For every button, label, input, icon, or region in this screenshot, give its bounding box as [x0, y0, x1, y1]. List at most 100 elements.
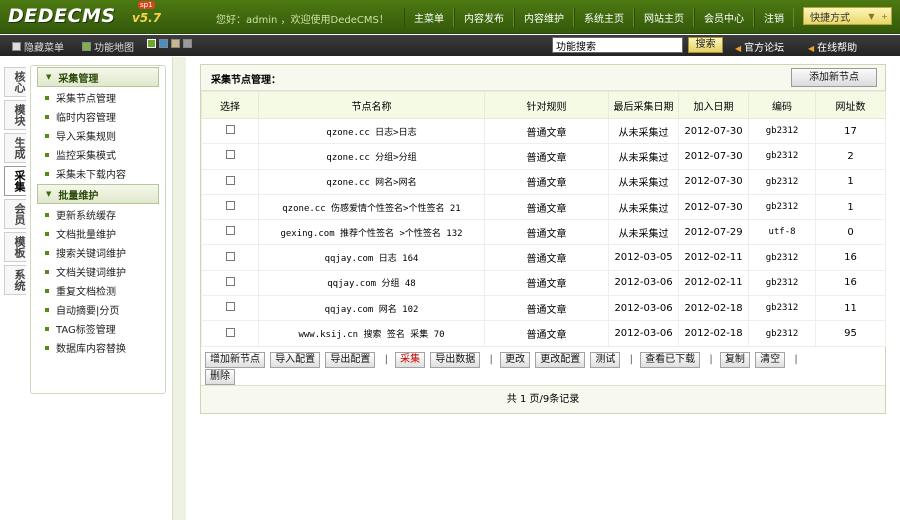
- menu-item[interactable]: 采集节点管理: [31, 88, 165, 107]
- theme-blue-swatch[interactable]: [159, 39, 168, 48]
- nav-publish[interactable]: 内容发布: [454, 8, 514, 27]
- view-downloaded-button[interactable]: 查看已下载: [640, 352, 701, 368]
- tab-generate[interactable]: 生成: [4, 133, 26, 163]
- tab-templates[interactable]: 模板: [4, 232, 26, 262]
- tab-collect[interactable]: 采集: [4, 166, 26, 196]
- tab-members[interactable]: 会员: [4, 199, 26, 229]
- url-count-cell: 1: [815, 193, 886, 221]
- row-checkbox[interactable]: [225, 125, 235, 135]
- row-checkbox[interactable]: [225, 251, 235, 261]
- action-bar: 增加新节点 导入配置 导出配置 | 采集 导出数据 | 更改 更改配置 测试 |…: [201, 349, 885, 387]
- theme-tan-swatch[interactable]: [171, 39, 180, 48]
- nav-site-home[interactable]: 网站主页: [634, 8, 694, 27]
- tab-modules[interactable]: 模块: [4, 100, 26, 130]
- tab-core[interactable]: 核心: [4, 67, 26, 97]
- bullet-icon: [45, 114, 49, 119]
- select-cell[interactable]: [201, 117, 259, 145]
- hide-menu-button[interactable]: 隐藏菜单: [12, 39, 64, 54]
- rule-cell: 普通文章: [484, 143, 609, 170]
- help-link[interactable]: ◀ 在线帮助: [808, 39, 857, 54]
- menu-item[interactable]: 文档批量维护: [31, 224, 165, 243]
- row-checkbox[interactable]: [225, 327, 235, 337]
- row-checkbox[interactable]: [225, 150, 235, 160]
- node-name-cell[interactable]: www.ksij.cn 搜索 签名 采集 70: [258, 320, 485, 347]
- menu-item[interactable]: 监控采集模式: [31, 145, 165, 164]
- select-cell[interactable]: [201, 143, 259, 170]
- bullet-icon: [45, 231, 49, 236]
- nav-logout[interactable]: 注销: [754, 8, 794, 27]
- node-name-cell[interactable]: qqjay.com 日志 164: [258, 244, 485, 271]
- select-cell[interactable]: [201, 269, 259, 297]
- menu-item[interactable]: 数据库内容替换: [31, 338, 165, 357]
- nav-maintain[interactable]: 内容维护: [514, 8, 574, 27]
- row-checkbox[interactable]: [225, 226, 235, 236]
- menu-group-batch[interactable]: ▼ 批量维护: [37, 184, 159, 204]
- menu-item[interactable]: 自动摘要|分页: [31, 300, 165, 319]
- export-data-button[interactable]: 导出数据: [430, 352, 481, 368]
- menu-item[interactable]: 文档关键词维护: [31, 262, 165, 281]
- nav-system-home[interactable]: 系统主页: [574, 8, 634, 27]
- menu-item[interactable]: 更新系统缓存: [31, 205, 165, 224]
- node-name-cell[interactable]: qzone.cc 网名>网名: [258, 168, 485, 195]
- select-cell[interactable]: [201, 168, 259, 195]
- menu-item[interactable]: 导入采集规则: [31, 126, 165, 145]
- encoding-cell: utf-8: [748, 219, 816, 246]
- node-name-cell[interactable]: qzone.cc 分组>分组: [258, 143, 485, 170]
- encoding-cell: gb2312: [748, 320, 816, 347]
- nav-main-menu[interactable]: 主菜单: [404, 8, 454, 27]
- copy-button[interactable]: 复制: [719, 352, 750, 368]
- bullet-icon: [45, 269, 49, 274]
- sidebar-splitter[interactable]: [172, 57, 186, 520]
- node-name-cell[interactable]: qqjay.com 网名 102: [258, 295, 485, 322]
- menu-item[interactable]: 搜索关键词维护: [31, 243, 165, 262]
- menu-group-collect[interactable]: ▼ 采集管理: [37, 67, 159, 87]
- table-row: qqjay.com 网名 102 普通文章 2012-03-06 2012-02-18…: [201, 295, 886, 322]
- menu-item[interactable]: TAG标签管理: [31, 319, 165, 338]
- import-config-button[interactable]: 导入配置: [270, 352, 321, 368]
- sidebar-tabs: 核心 模块 生成 采集 会员 模板 系统: [4, 67, 28, 298]
- edit-button[interactable]: 更改: [500, 352, 531, 368]
- plus-icon[interactable]: +: [878, 12, 891, 21]
- select-cell[interactable]: [201, 244, 259, 271]
- row-checkbox[interactable]: [225, 201, 235, 211]
- row-checkbox[interactable]: [225, 175, 235, 185]
- row-checkbox[interactable]: [225, 276, 235, 286]
- select-cell[interactable]: [201, 193, 259, 221]
- edit-config-button[interactable]: 更改配置: [535, 352, 586, 368]
- clear-button[interactable]: 清空: [755, 352, 786, 368]
- forum-label: 官方论坛: [744, 43, 785, 54]
- bullet-icon: [45, 212, 49, 217]
- nav-member-center[interactable]: 会员中心: [694, 8, 754, 27]
- menu-item[interactable]: 采集未下载内容: [31, 164, 165, 183]
- node-name-cell[interactable]: gexing.com 推荐个性签名 >个性签名 132: [258, 219, 485, 246]
- select-cell[interactable]: [201, 320, 259, 347]
- theme-gray-swatch[interactable]: [183, 39, 192, 48]
- menu-item-label: 导入采集规则: [56, 132, 116, 143]
- node-name-cell[interactable]: qzone.cc 日志>日志: [258, 117, 485, 145]
- bullet-icon: [45, 288, 49, 293]
- search-button[interactable]: 搜索: [688, 37, 723, 53]
- select-cell[interactable]: [201, 219, 259, 246]
- node-name-cell[interactable]: qzone.cc 伤感爱情个性签名>个性签名 21: [258, 193, 485, 221]
- test-button[interactable]: 测试: [590, 352, 621, 368]
- collect-button[interactable]: 采集: [395, 352, 426, 368]
- export-config-button[interactable]: 导出配置: [325, 352, 376, 368]
- add-node-button[interactable]: 添加新节点: [791, 68, 877, 87]
- select-cell[interactable]: [201, 295, 259, 322]
- row-checkbox[interactable]: [225, 302, 235, 312]
- delete-button[interactable]: 删除: [205, 369, 235, 385]
- search-input[interactable]: [552, 37, 683, 53]
- welcome-text: 您好：admin ，欢迎使用DedeCMS！: [216, 15, 389, 26]
- join-date-cell: 2012-07-30: [678, 193, 749, 221]
- node-name-cell[interactable]: qqjay.com 分组 48: [258, 269, 485, 297]
- forum-link[interactable]: ◀ 官方论坛: [735, 39, 784, 54]
- add-node-action-button[interactable]: 增加新节点: [205, 352, 265, 368]
- site-map-button[interactable]: 功能地图: [82, 39, 134, 54]
- table-header-row: 选择 节点名称 针对规则 最后采集日期 加入日期 编码 网址数: [201, 91, 886, 119]
- quick-menu-dropdown[interactable]: 快捷方式 ▼ +: [803, 7, 892, 25]
- bullet-icon: [45, 152, 49, 157]
- menu-item[interactable]: 重复文档检测: [31, 281, 165, 300]
- tab-system[interactable]: 系统: [4, 265, 26, 295]
- theme-green-swatch[interactable]: [147, 39, 156, 48]
- menu-item[interactable]: 临时内容管理: [31, 107, 165, 126]
